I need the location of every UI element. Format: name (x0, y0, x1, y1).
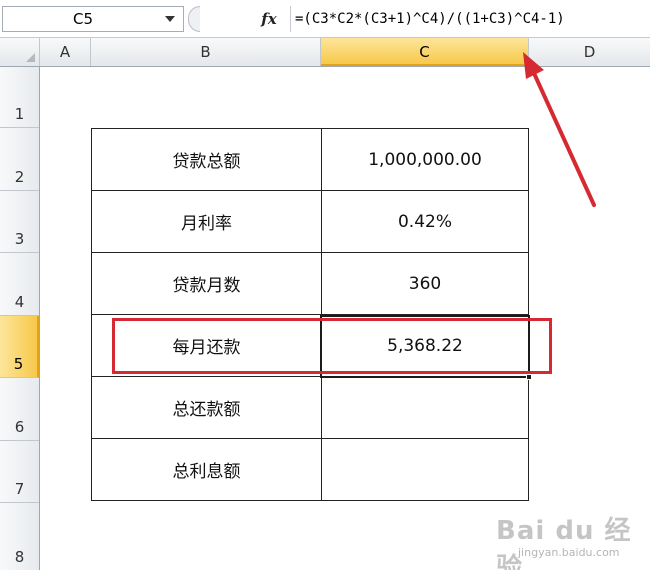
loan-table: 贷款总额 1,000,000.00 月利率 0.42% 贷款月数 360 每月还… (91, 128, 529, 501)
cell-c4[interactable]: 360 (321, 252, 529, 315)
table-row: 总利息额 (91, 438, 529, 501)
cell-b2[interactable]: 贷款总额 (91, 128, 322, 191)
name-box[interactable]: C5 (2, 6, 184, 32)
row-header-3[interactable]: 3 (0, 191, 39, 253)
cell-c2[interactable]: 1,000,000.00 (321, 128, 529, 191)
insert-function-icon[interactable]: fx (256, 8, 282, 30)
select-all-triangle-icon (26, 53, 35, 62)
formula-input[interactable]: =(C3*C2*(C3+1)^C4)/((1+C3)^C4-1) (290, 6, 648, 32)
cell-c7[interactable] (321, 438, 529, 501)
select-all-corner[interactable] (0, 38, 40, 66)
column-header-bar: A B C D (0, 38, 650, 67)
cell-c3[interactable]: 0.42% (321, 190, 529, 253)
formula-bar: C5 fx =(C3*C2*(C3+1)^C4)/((1+C3)^C4-1) (0, 0, 650, 38)
cell-b4[interactable]: 贷款月数 (91, 252, 322, 315)
table-row: 每月还款 5,368.22 (91, 314, 529, 377)
table-row: 贷款总额 1,000,000.00 (91, 128, 529, 191)
formula-bar-splitter[interactable] (188, 6, 200, 32)
column-header-d[interactable]: D (529, 38, 650, 66)
row-header-7[interactable]: 7 (0, 441, 39, 503)
row-header-4[interactable]: 4 (0, 253, 39, 316)
baidu-watermark: Bai du 经验 jingyan.baidu.com (496, 510, 646, 570)
cell-c6[interactable] (321, 376, 529, 439)
row-header-6[interactable]: 6 (0, 378, 39, 441)
row-header-8[interactable]: 8 (0, 503, 39, 570)
name-box-value: C5 (72, 10, 94, 28)
row-header-2[interactable]: 2 (0, 128, 39, 191)
cell-b6[interactable]: 总还款额 (91, 376, 322, 439)
column-header-b[interactable]: B (91, 38, 321, 66)
chevron-down-icon[interactable] (165, 16, 175, 22)
watermark-url: jingyan.baidu.com (518, 546, 620, 559)
table-row: 贷款月数 360 (91, 252, 529, 315)
table-row: 月利率 0.42% (91, 190, 529, 253)
baidu-logo: Bai du 经验 (496, 516, 632, 570)
column-header-c[interactable]: C (321, 38, 529, 66)
cell-b7[interactable]: 总利息额 (91, 438, 322, 501)
row-header-5[interactable]: 5 (0, 316, 39, 378)
cell-b5[interactable]: 每月还款 (91, 314, 322, 377)
column-header-a[interactable]: A (40, 38, 91, 66)
cell-b3[interactable]: 月利率 (91, 190, 322, 253)
row-header-bar: 1 2 3 4 5 6 7 8 (0, 67, 40, 570)
arrow-shaft (531, 69, 596, 207)
table-row: 总还款额 (91, 376, 529, 439)
row-header-1[interactable]: 1 (0, 67, 39, 128)
cell-c5[interactable]: 5,368.22 (321, 314, 529, 377)
